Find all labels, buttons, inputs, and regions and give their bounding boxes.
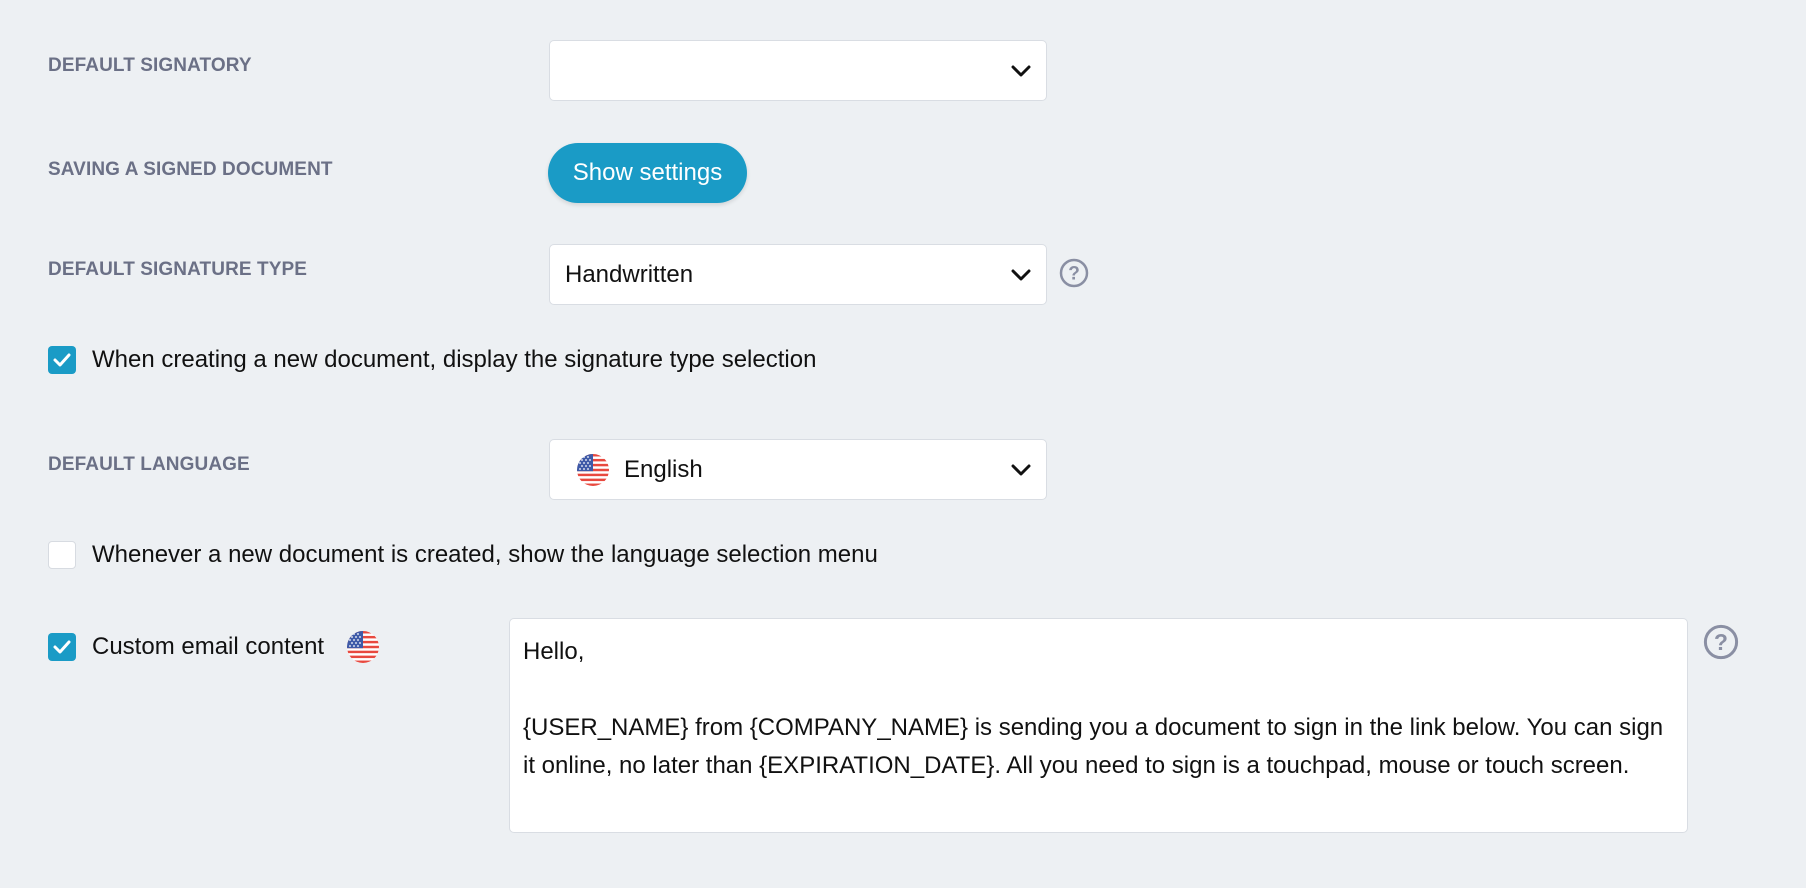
show-language-selection-label: Whenever a new document is created, show… (92, 541, 878, 568)
chevron-down-icon (1010, 267, 1032, 283)
checkmark-icon (52, 638, 72, 656)
us-flag-icon (347, 631, 379, 663)
show-language-selection-checkbox[interactable] (48, 541, 76, 569)
custom-email-content-checkbox[interactable] (48, 633, 76, 661)
custom-email-content-textarea[interactable]: Hello, {USER_NAME} from {COMPANY_NAME} i… (509, 618, 1688, 833)
show-settings-button[interactable]: Show settings (548, 143, 747, 203)
checkmark-icon (52, 351, 72, 369)
default-language-select[interactable]: English (549, 439, 1047, 500)
help-icon[interactable] (1703, 624, 1739, 660)
email-greeting: Hello, (523, 638, 585, 665)
display-signature-type-checkbox[interactable] (48, 346, 76, 374)
default-signatory-select[interactable] (549, 40, 1047, 101)
default-signatory-label: DEFAULT SIGNATORY (48, 55, 252, 76)
default-signature-type-label: DEFAULT SIGNATURE TYPE (48, 259, 308, 280)
chevron-down-icon (1010, 63, 1032, 79)
saving-signed-document-label: SAVING A SIGNED DOCUMENT (48, 159, 333, 180)
custom-email-content-label: Custom email content (92, 633, 325, 660)
help-icon[interactable] (1059, 258, 1089, 288)
email-body: {USER_NAME} from {COMPANY_NAME} is sendi… (523, 714, 1664, 779)
default-language-value: English (624, 455, 703, 483)
default-language-label: DEFAULT LANGUAGE (48, 454, 250, 475)
default-signature-type-select[interactable]: Handwritten (549, 244, 1047, 305)
default-signature-type-value: Handwritten (565, 260, 694, 288)
display-signature-type-label: When creating a new document, display th… (92, 346, 817, 373)
us-flag-icon (577, 454, 609, 486)
chevron-down-icon (1010, 462, 1032, 478)
